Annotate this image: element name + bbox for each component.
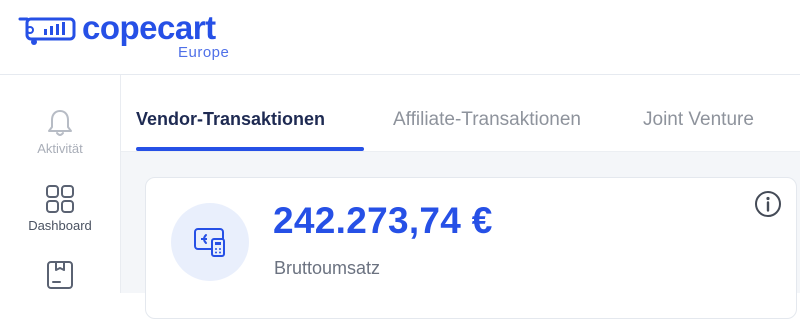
- brand-region: Europe: [178, 44, 230, 61]
- tab-affiliate-transaktionen[interactable]: Affiliate-Transaktionen: [393, 109, 581, 131]
- sidebar-item-label: Dashboard: [28, 218, 92, 233]
- product-box-icon: [47, 261, 73, 289]
- main-content: Vendor-Transaktionen Affiliate-Transakti…: [121, 75, 800, 319]
- gross-revenue-amount: 242.273,74 €: [273, 200, 493, 241]
- bell-icon: [48, 110, 72, 136]
- revenue-card: 242.273,74 € Bruttoumsatz: [145, 177, 797, 319]
- sidebar-item-dashboard[interactable]: Dashboard: [0, 183, 120, 233]
- sidebar-item-label: Aktivität: [37, 141, 83, 156]
- top-header: copecart Europe: [0, 0, 800, 75]
- sidebar-item-products[interactable]: [0, 259, 120, 291]
- brand-logo[interactable]: copecart Europe: [18, 8, 258, 68]
- brand-name: copecart: [82, 9, 216, 46]
- sidebar: Aktivität Dashboard: [0, 75, 121, 293]
- dashboard-grid-icon: [46, 185, 74, 213]
- info-icon[interactable]: [754, 190, 782, 218]
- money-card-icon: [171, 203, 249, 281]
- sidebar-item-aktivitaet[interactable]: Aktivität: [0, 108, 120, 156]
- cart-logo-icon: [18, 17, 76, 45]
- transaction-tabs: Vendor-Transaktionen Affiliate-Transakti…: [121, 75, 800, 152]
- gross-revenue-label: Bruttoumsatz: [274, 258, 381, 278]
- tab-joint-venture[interactable]: Joint Venture: [643, 109, 754, 131]
- active-tab-indicator: [136, 147, 364, 151]
- tab-vendor-transaktionen[interactable]: Vendor-Transaktionen: [136, 109, 325, 130]
